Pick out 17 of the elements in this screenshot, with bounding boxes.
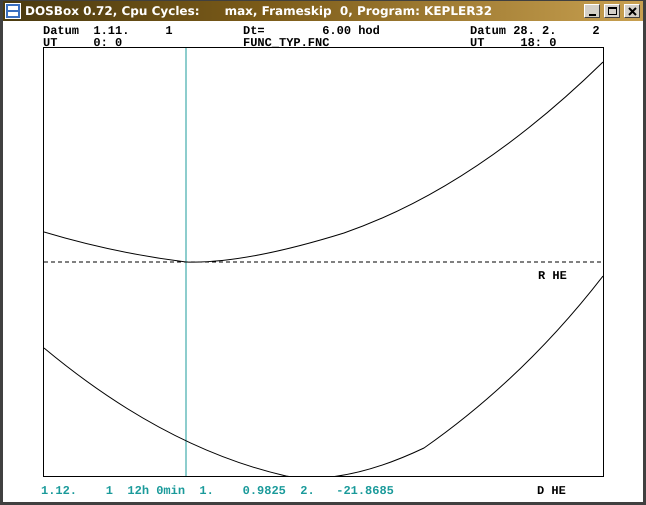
header-text: Datum 28. 2. 2 bbox=[470, 25, 601, 37]
header-text: UT 0: 0 bbox=[43, 37, 124, 49]
window-title: DOSBox 0.72, Cpu Cycles: max, Frameskip 0, Program: KEPLER32 bbox=[25, 3, 494, 20]
header-text: Datum 1.11. 1 bbox=[43, 25, 174, 37]
header-text: Dt= 6.00 hod bbox=[243, 25, 381, 37]
close-button[interactable] bbox=[624, 4, 640, 18]
close-icon bbox=[626, 6, 638, 16]
minimize-button[interactable] bbox=[584, 4, 600, 18]
readout-text: 1.12. 1 12h 0min 1. 0.9825 2. -21.8685 bbox=[41, 485, 395, 497]
curve-label: D HE bbox=[537, 485, 566, 497]
header-text: UT 18: 0 bbox=[470, 37, 558, 49]
maximize-button[interactable] bbox=[604, 4, 620, 18]
curve-label: R HE bbox=[538, 270, 567, 282]
minimize-icon bbox=[588, 14, 596, 16]
maximize-icon bbox=[606, 6, 618, 16]
app-icon bbox=[5, 3, 21, 19]
header-text: FUNC_TYP.FNC bbox=[243, 37, 330, 49]
